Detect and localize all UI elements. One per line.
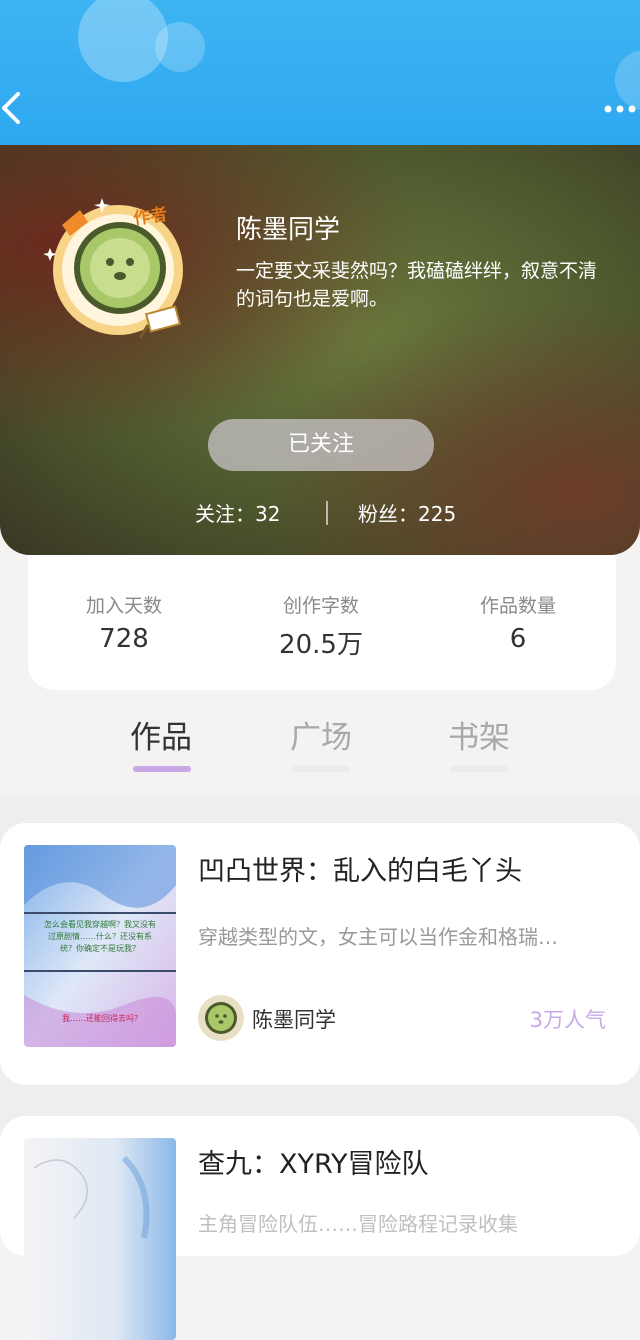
stat-value: 728 (99, 624, 149, 654)
book-card[interactable]: 怎么会看见我穿越啊？我又没有过原剧情……什么？还没有系统？你确定不是玩我？ 我…… (0, 823, 640, 1085)
top-bar (0, 0, 640, 160)
follow-counts: 关注：32 粉丝：225 (0, 498, 640, 528)
book-description: 穿越类型的文，女主可以当作金和格瑞… (198, 925, 558, 949)
cover-text-bottom: 我……还能回得去吗？ (62, 1014, 142, 1023)
follow-button[interactable]: 已关注 (208, 419, 434, 471)
divider (326, 501, 328, 525)
more-button[interactable] (600, 100, 640, 120)
author-badge: 作者 (132, 204, 169, 230)
book-cover[interactable]: 怎么会看见我穿越啊？我又没有过原剧情……什么？还没有系统？你确定不是玩我？ 我…… (24, 845, 176, 1047)
book-description: 主角冒险队伍……冒险路程记录收集 (198, 1212, 518, 1236)
stat-label: 加入天数 (85, 595, 162, 617)
cover-image (24, 1138, 176, 1340)
book-title[interactable]: 凹凸世界：乱入的白毛丫头 (198, 849, 522, 888)
stat-works-count: 作品数量 6 (428, 591, 608, 654)
stat-value: 6 (509, 624, 527, 654)
decor-bubble (78, 0, 168, 82)
chevron-left-icon (2, 92, 20, 124)
book-author-row: 陈墨同学 3万人气 (198, 995, 618, 1041)
book-cover[interactable] (24, 1138, 176, 1340)
tab-plaza[interactable]: 广场 (290, 712, 352, 757)
profile-header: 作者 陈墨同学 一定要文采斐然吗？我磕磕绊绊，叙意不清的词句也是爱啊。 已关注 … (0, 145, 640, 555)
stat-word-count: 创作字数 20.5万 (231, 591, 411, 661)
author-avatar[interactable]: 作者 (40, 190, 190, 340)
tab-bar: 作品 广场 书架 (0, 712, 640, 782)
book-title[interactable]: 查九：XYRY冒险队 (198, 1142, 429, 1181)
author-name: 陈墨同学 (236, 215, 341, 245)
stat-label: 创作字数 (282, 595, 359, 617)
book-author-avatar[interactable] (198, 995, 244, 1041)
decor-bubble (155, 22, 205, 72)
stat-value: 20.5万 (279, 630, 363, 660)
tab-indicator-active (133, 766, 191, 772)
stat-join-days: 加入天数 728 (34, 591, 214, 654)
cover-text: 怎么会看见我穿越啊？我又没有过原剧情……什么？还没有系统？你确定不是玩我？ (44, 920, 156, 953)
book-card[interactable]: 查九：XYRY冒险队 主角冒险队伍……冒险路程记录收集 (0, 1116, 640, 1340)
book-popularity: 3万人气 (529, 1008, 606, 1032)
following-count[interactable]: 关注：32 (195, 498, 280, 527)
book-author-name[interactable]: 陈墨同学 (252, 1004, 336, 1034)
tab-works[interactable]: 作品 (130, 712, 192, 757)
stat-label: 作品数量 (479, 595, 556, 617)
tab-bookshelf[interactable]: 书架 (448, 712, 510, 757)
tab-indicator (292, 766, 350, 772)
back-button[interactable] (0, 88, 40, 128)
avatar-image (43, 198, 183, 339)
avatar-image (198, 995, 244, 1041)
fans-count[interactable]: 粉丝：225 (358, 498, 456, 527)
more-dots-icon (604, 105, 636, 113)
stats-card: 加入天数 728 创作字数 20.5万 作品数量 6 (28, 555, 616, 690)
author-bio: 一定要文采斐然吗？我磕磕绊绊，叙意不清的词句也是爱啊。 (236, 260, 598, 310)
tab-indicator (450, 766, 508, 772)
